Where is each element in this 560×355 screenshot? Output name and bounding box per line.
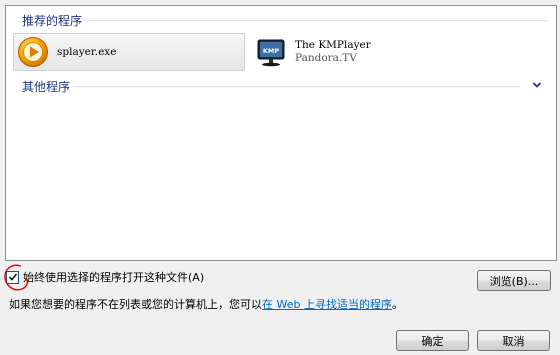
- info-text-before: 如果您想要的程序不在列表或您的计算机上，您可以: [9, 298, 262, 311]
- recommended-programs-header: 推荐的程序: [22, 12, 82, 28]
- annotation-circle: [4, 264, 29, 291]
- group-divider: [74, 86, 520, 87]
- info-text: 如果您想要的程序不在列表或您的计算机上，您可以在 Web 上寻找适当的程序。: [9, 296, 403, 312]
- other-programs-header[interactable]: 其他程序: [22, 78, 70, 94]
- always-use-row[interactable]: 始终使用选择的程序打开这种文件(A): [6, 269, 204, 285]
- kmplayer-icon: KMP: [257, 39, 285, 67]
- program-publisher: Pandora.TV: [295, 52, 357, 64]
- chevron-down-icon[interactable]: [530, 78, 544, 92]
- web-search-link[interactable]: 在 Web 上寻找适当的程序: [262, 298, 392, 311]
- ok-button[interactable]: 确定: [396, 330, 469, 351]
- program-list[interactable]: 推荐的程序 splayer.exe KMP The KMPlayer Pando…: [5, 5, 557, 261]
- group-divider: [84, 20, 548, 21]
- program-item-splayer[interactable]: splayer.exe: [13, 33, 245, 71]
- program-item-kmplayer[interactable]: KMP The KMPlayer Pandora.TV: [252, 33, 452, 71]
- info-text-after: 。: [391, 298, 403, 311]
- browse-button[interactable]: 浏览(B)...: [477, 270, 551, 291]
- svg-text:KMP: KMP: [263, 47, 280, 55]
- always-use-label: 始终使用选择的程序打开这种文件(A): [23, 271, 205, 284]
- cancel-button[interactable]: 取消: [477, 330, 550, 351]
- recommended-programs-title: 推荐的程序: [22, 13, 83, 28]
- splayer-icon: [18, 37, 48, 67]
- program-name: The KMPlayer: [295, 39, 371, 51]
- program-name: splayer.exe: [57, 45, 117, 58]
- other-programs-title: 其他程序: [22, 79, 71, 94]
